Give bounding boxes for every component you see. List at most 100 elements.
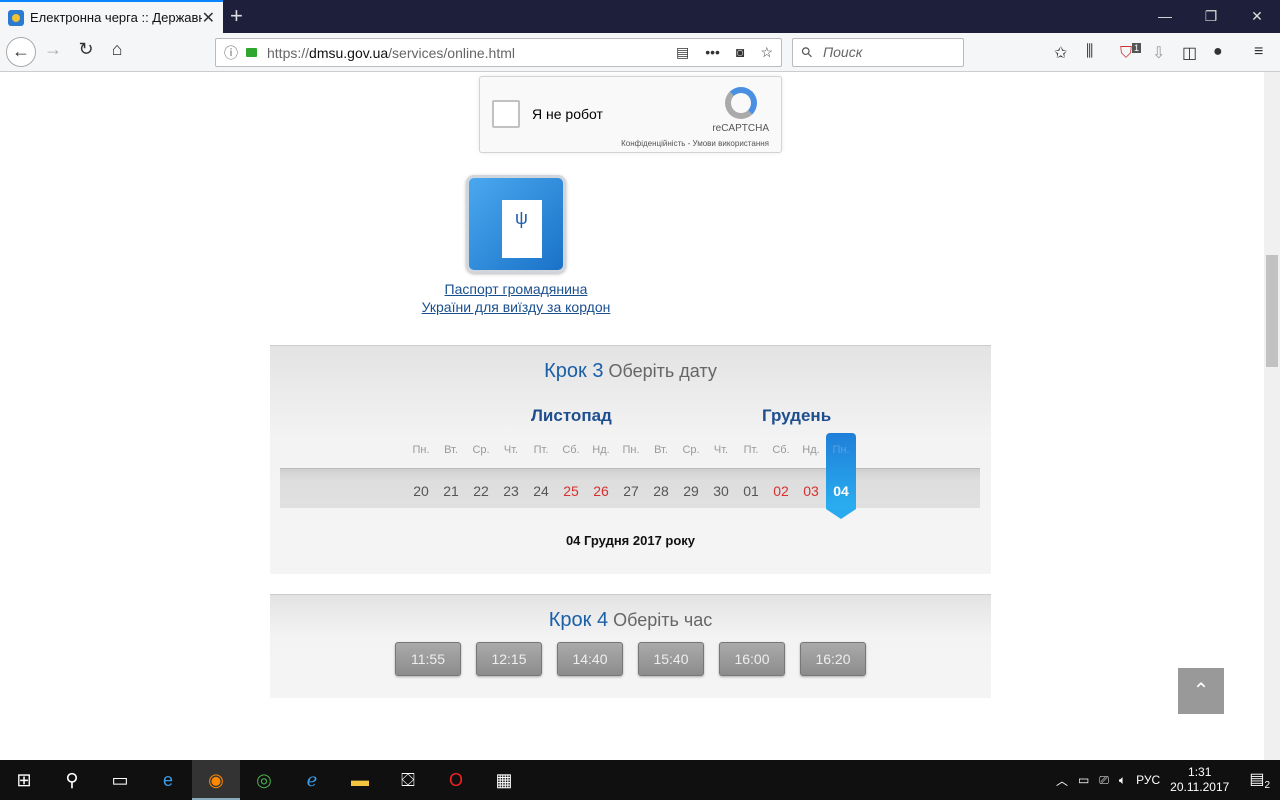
show-hidden-icons[interactable]: ︿ — [1056, 772, 1068, 789]
start-button[interactable]: ⊞ — [0, 760, 48, 800]
date-option-selected[interactable]: 04 — [826, 483, 856, 499]
minimize-button[interactable]: — — [1142, 0, 1188, 33]
back-button[interactable]: ← — [6, 37, 36, 67]
notifications-icon[interactable]: ▤2 — [1249, 769, 1270, 791]
scrollbar-thumb[interactable] — [1266, 255, 1278, 367]
date-option[interactable]: 27 — [616, 483, 646, 499]
search-input[interactable]: Поиск — [792, 38, 964, 67]
url-path: /services/online.html — [388, 44, 515, 61]
file-explorer-icon[interactable]: ▬ — [336, 760, 384, 800]
date-option[interactable]: 01 — [736, 483, 766, 499]
date-option[interactable]: 02 — [766, 483, 796, 499]
restore-button[interactable]: ❐ — [1188, 0, 1234, 33]
clock-time: 1:31 — [1188, 765, 1212, 779]
time-slot-button[interactable]: 16:20 — [800, 642, 866, 676]
info-icon[interactable]: ⓘ — [224, 43, 238, 63]
extension-badge: 1 — [1132, 43, 1142, 53]
weekday-label: Пт. — [533, 444, 549, 456]
downloads-icon[interactable]: ⇩ — [1152, 43, 1165, 63]
ie-icon[interactable]: ℯ — [288, 760, 336, 800]
scroll-to-top-button[interactable]: ⌃ — [1178, 668, 1224, 714]
page-content: Я не робот reCAPTCHA Конфіденційність - … — [0, 72, 1264, 760]
library-icon[interactable]: ⫼ — [1086, 43, 1093, 61]
date-option[interactable]: 21 — [436, 483, 466, 499]
calculator-icon[interactable]: ▦ — [480, 760, 528, 800]
date-option[interactable]: 30 — [706, 483, 736, 499]
close-window-button[interactable]: ✕ — [1234, 0, 1280, 33]
weekday-label: Ср. — [472, 444, 490, 456]
search-icon[interactable]: ⚲ — [48, 760, 96, 800]
weekday-label: Пн. — [832, 444, 850, 456]
opera-icon[interactable]: O — [432, 760, 480, 800]
date-option[interactable]: 26 — [586, 483, 616, 499]
lock-icon — [246, 48, 257, 57]
time-slot-button[interactable]: 15:40 — [638, 642, 704, 676]
volume-icon[interactable]: 🔈︎ — [1119, 773, 1126, 788]
language-indicator[interactable]: РУС — [1136, 773, 1160, 787]
url-domain: dmsu.gov.ua — [309, 44, 389, 61]
weekday-label: Нд. — [802, 444, 820, 456]
step3-date-section: Крок 3 Оберіть дату Листопад Грудень Пн.… — [270, 345, 991, 574]
forward-button[interactable]: → — [40, 39, 66, 60]
service-link-line2[interactable]: України для виїзду за кордон — [380, 298, 652, 316]
selected-date-text: 04 Грудня 2017 року — [565, 533, 696, 548]
date-option[interactable]: 23 — [496, 483, 526, 499]
close-tab-icon[interactable]: ✕ — [202, 8, 215, 28]
weekday-label: Нд. — [592, 444, 610, 456]
service-link-line1[interactable]: Паспорт громадянина — [380, 280, 652, 298]
recaptcha-label: Я не робот — [532, 106, 603, 122]
home-button[interactable]: ⌂ — [104, 39, 130, 60]
step-number: Крок 3 — [544, 360, 604, 382]
time-slot-button[interactable]: 16:00 — [719, 642, 785, 676]
weekday-label: Чт. — [503, 444, 519, 456]
weekday-label: Вт. — [654, 444, 668, 456]
date-option[interactable]: 28 — [646, 483, 676, 499]
date-option[interactable]: 29 — [676, 483, 706, 499]
date-option[interactable]: 25 — [556, 483, 586, 499]
tab-active[interactable]: Електронна черга :: Державна ✕ — [0, 0, 223, 33]
scrollbar[interactable] — [1264, 72, 1280, 760]
time-slot-button[interactable]: 14:40 — [557, 642, 623, 676]
menu-icon[interactable]: ≡ — [1254, 43, 1263, 61]
step-number: Крок 4 — [548, 609, 609, 631]
bookmarks-icon[interactable]: ✩ — [1054, 43, 1067, 63]
recaptcha-terms-link[interactable]: Конфіденційність - Умови використання — [621, 139, 769, 148]
recaptcha-checkbox[interactable] — [492, 100, 520, 128]
step-label: Оберіть час — [613, 610, 713, 630]
chrome-icon[interactable]: ◎ — [240, 760, 288, 800]
date-option[interactable]: 22 — [466, 483, 496, 499]
passport-service-link[interactable]: Паспорт громадянина України для виїзду з… — [380, 280, 652, 316]
date-option[interactable]: 20 — [406, 483, 436, 499]
more-actions-icon[interactable]: ••• — [705, 44, 720, 61]
tab-bar: Електронна черга :: Державна ✕ + — ❐ ✕ — [0, 0, 1280, 33]
time-slot-button[interactable]: 11:55 — [395, 642, 461, 676]
weekday-label: Ср. — [682, 444, 700, 456]
edge-icon[interactable]: e — [144, 760, 192, 800]
bookmark-star-icon[interactable]: ☆ — [760, 44, 773, 61]
weekday-label: Вт. — [444, 444, 458, 456]
recaptcha-logo-icon — [725, 87, 757, 119]
firefox-icon[interactable]: ◉ — [192, 760, 240, 800]
new-tab-button[interactable]: + — [230, 3, 243, 29]
url-prefix: https:// — [267, 44, 310, 61]
weekday-label: Чт. — [713, 444, 729, 456]
date-option[interactable]: 24 — [526, 483, 556, 499]
time-slot-button[interactable]: 12:15 — [476, 642, 542, 676]
date-option[interactable]: 03 — [796, 483, 826, 499]
step4-title: Крок 4 Оберіть час — [270, 609, 991, 632]
store-icon[interactable]: ⛋ — [384, 760, 432, 800]
reload-button[interactable]: ↻ — [73, 39, 99, 60]
url-bar[interactable]: ⓘ https://dmsu.gov.ua/services/online.ht… — [215, 38, 782, 67]
sidebar-icon[interactable]: ◫ — [1182, 43, 1197, 63]
weekday-label: Сб. — [562, 444, 580, 456]
passport-service-icon[interactable] — [466, 175, 566, 273]
reader-view-icon[interactable]: ▤ — [676, 44, 689, 61]
battery-icon[interactable]: ▭ — [1078, 773, 1089, 787]
clock[interactable]: 1:31 20.11.2017 — [1170, 765, 1229, 795]
network-icon[interactable]: ⎚ — [1099, 773, 1109, 788]
task-view-icon[interactable]: ▭ — [96, 760, 144, 800]
extension-shield-icon[interactable]: ⛉ 1 — [1120, 43, 1142, 62]
extension-icon[interactable]: ● — [1213, 43, 1223, 61]
step4-time-section: Крок 4 Оберіть час 11:55 12:15 14:40 15:40 1… — [270, 594, 991, 698]
pocket-icon[interactable]: ◙ — [736, 44, 744, 61]
